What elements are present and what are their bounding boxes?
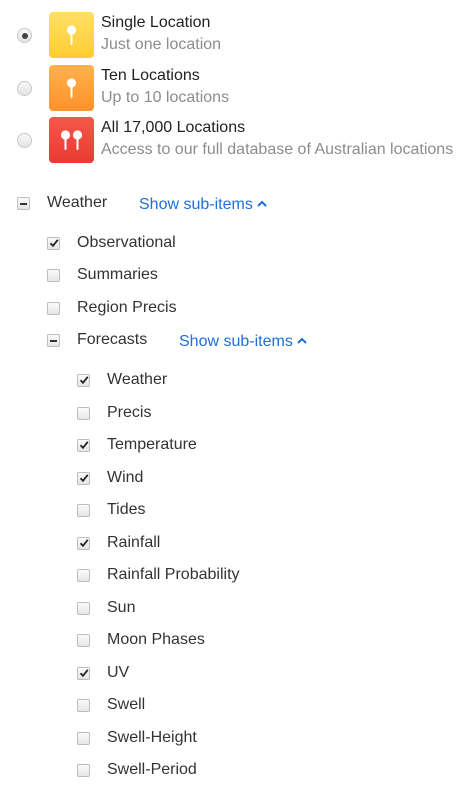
tree-item-tides: Tides <box>77 500 377 522</box>
tree-item-rainfall: Rainfall <box>77 533 377 555</box>
plan-title: Single Location <box>101 14 211 31</box>
tree-item-label: Swell-Period <box>107 761 197 778</box>
tree-item-label: Sun <box>107 599 136 616</box>
summaries-checkbox[interactable] <box>47 269 60 282</box>
toggle-label: Show sub-items <box>139 196 253 213</box>
plan-option-single[interactable]: Single Location Just one location <box>0 12 471 64</box>
forecast-weather-checkbox[interactable] <box>77 374 90 387</box>
tree-item-wind: Wind <box>77 468 377 490</box>
tree-item-label: Wind <box>107 469 144 486</box>
weather-checkbox[interactable] <box>17 197 30 210</box>
show-sub-items-toggle[interactable]: Show sub-items <box>139 194 267 214</box>
tree-item-observational: Observational <box>47 233 347 255</box>
swell-checkbox[interactable] <box>77 699 90 712</box>
uv-checkbox[interactable] <box>77 667 90 680</box>
tree-item-label: Precis <box>107 404 152 421</box>
precis-checkbox[interactable] <box>77 407 90 420</box>
plan-option-ten[interactable]: Ten Locations Up to 10 locations <box>0 65 471 117</box>
tree-item-label: Swell <box>107 696 146 713</box>
region-precis-checkbox[interactable] <box>47 302 60 315</box>
tree-item-label: Moon Phases <box>107 631 205 648</box>
observational-checkbox[interactable] <box>47 237 60 250</box>
plan-radio-single[interactable] <box>17 28 32 43</box>
chevron-up-icon <box>257 194 267 212</box>
forecasts-checkbox[interactable] <box>47 334 60 347</box>
plan-tile-all <box>49 117 94 163</box>
moon-phases-checkbox[interactable] <box>77 634 90 647</box>
wind-checkbox[interactable] <box>77 472 90 485</box>
tree-item-swell-period: Swell-Period <box>77 760 377 782</box>
tree-item-label: Summaries <box>77 266 158 283</box>
tree-item-label: UV <box>107 664 130 681</box>
tree-item-forecast-weather: Weather <box>77 370 377 392</box>
plan-option-all[interactable]: All 17,000 Locations Access to our full … <box>0 117 471 169</box>
tree-item-uv: UV <box>77 663 377 685</box>
tree-item-region-precis: Region Precis <box>47 298 347 320</box>
tree-item-label: Weather <box>47 194 108 211</box>
tree-item-forecasts: Forecasts Show sub-items <box>47 330 447 352</box>
plan-subtitle: Access to our full database of Australia… <box>101 141 454 158</box>
tree-item-label: Forecasts <box>77 331 148 348</box>
swell-period-checkbox[interactable] <box>77 764 90 777</box>
tree-item-temperature: Temperature <box>77 435 377 457</box>
tree-item-swell: Swell <box>77 695 377 717</box>
tree-item-label: Rainfall <box>107 534 161 551</box>
toggle-label: Show sub-items <box>179 333 293 350</box>
tree-item-label: Tides <box>107 501 146 518</box>
tree-item-swell-height: Swell-Height <box>77 728 377 750</box>
tree-item-label: Weather <box>107 371 168 388</box>
rainfall-checkbox[interactable] <box>77 537 90 550</box>
plan-radio-all[interactable] <box>17 133 32 148</box>
plan-tile-single <box>49 12 94 58</box>
tree-item-label: Rainfall Probability <box>107 566 240 583</box>
temperature-checkbox[interactable] <box>77 439 90 452</box>
tree-item-label: Swell-Height <box>107 729 197 746</box>
tree-item-rainfall-probability: Rainfall Probability <box>77 565 377 587</box>
show-sub-items-toggle[interactable]: Show sub-items <box>179 331 307 351</box>
tree-item-label: Temperature <box>107 436 197 453</box>
tree-item-sun: Sun <box>77 598 377 620</box>
tree-item-label: Region Precis <box>77 299 177 316</box>
tree-item-label: Observational <box>77 234 176 251</box>
tree-item-summaries: Summaries <box>47 265 347 287</box>
plan-tile-ten <box>49 65 94 111</box>
rainfall-probability-checkbox[interactable] <box>77 569 90 582</box>
tree-item-weather: Weather Show sub-items <box>17 193 457 215</box>
plan-radio-ten[interactable] <box>17 81 32 96</box>
tides-checkbox[interactable] <box>77 504 90 517</box>
sun-checkbox[interactable] <box>77 602 90 615</box>
swell-height-checkbox[interactable] <box>77 732 90 745</box>
plan-subtitle: Just one location <box>101 36 222 53</box>
chevron-up-icon <box>297 331 307 349</box>
plan-title: All 17,000 Locations <box>101 119 246 136</box>
tree-item-precis: Precis <box>77 403 377 425</box>
plan-title: Ten Locations <box>101 67 200 84</box>
plan-subtitle: Up to 10 locations <box>101 89 230 106</box>
tree-item-moon-phases: Moon Phases <box>77 630 377 652</box>
